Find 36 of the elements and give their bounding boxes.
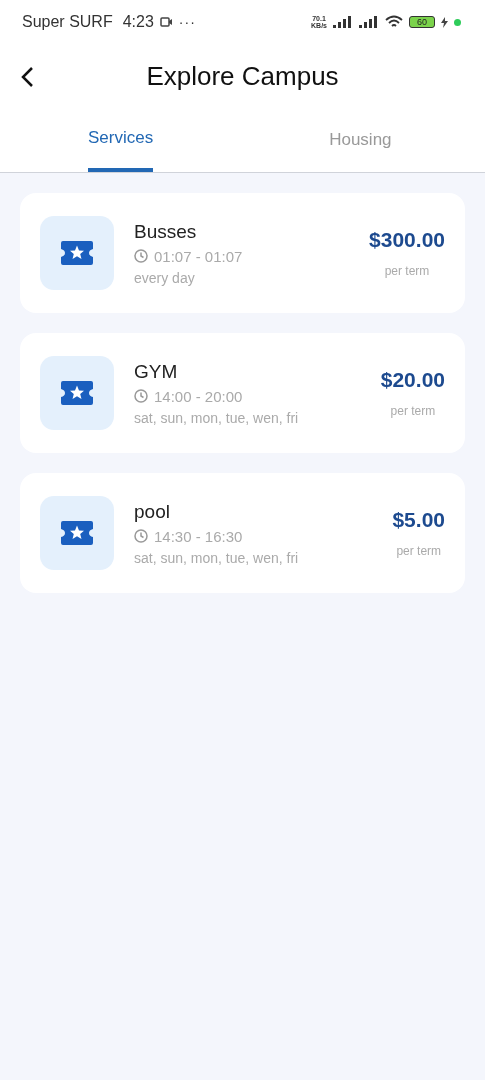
service-card[interactable]: GYM 14:00 - 20:00 sat, sun, mon, tue, wen, fri $20.00 per term — [20, 333, 465, 453]
carrier-name: Super SURF — [22, 13, 113, 31]
service-days: sat, sun, mon, tue, wen, fri — [134, 409, 381, 426]
ticket-star-icon — [61, 241, 93, 265]
ticket-star-icon — [61, 381, 93, 405]
tab[interactable]: Services — [88, 108, 154, 172]
service-name: Busses — [134, 220, 198, 243]
service-hours: 01:07 - 01:07 — [154, 247, 243, 265]
notification-dot-icon — [454, 18, 461, 26]
clock: 4:23 — [122, 13, 154, 31]
wifi-icon — [385, 15, 403, 29]
service-card[interactable]: Busses 01:07 - 01:07 every day $300.00 per term — [20, 193, 465, 313]
page-title: Explore Campus — [146, 60, 339, 92]
service-hours: 14:00 - 20:00 — [154, 387, 243, 405]
price-period: per term — [384, 264, 430, 278]
service-name: pool — [134, 500, 171, 523]
price-period: per term — [390, 404, 436, 418]
battery-indicator: 60 — [409, 16, 435, 28]
service-days: sat, sun, mon, tue, wen, fri — [134, 549, 393, 566]
service-hours: 14:30 - 16:30 — [154, 527, 243, 545]
clock-icon — [134, 249, 148, 263]
service-card[interactable]: pool 14:30 - 16:30 sat, sun, mon, tue, wen, fri $5.00 per term — [20, 473, 465, 593]
service-days: every day — [134, 269, 370, 286]
more-indicator: ··· — [178, 14, 196, 30]
signal-icon — [333, 16, 353, 28]
charging-icon — [441, 16, 448, 28]
video-icon — [159, 17, 173, 27]
clock-icon — [134, 529, 148, 543]
service-price: $300.00 — [369, 228, 445, 252]
signal-icon — [359, 16, 379, 28]
service-price: $5.00 — [392, 508, 445, 532]
ticket-star-icon — [61, 521, 93, 545]
price-period: per term — [396, 544, 442, 558]
service-price: $20.00 — [380, 368, 445, 392]
clock-icon — [134, 389, 148, 403]
service-name: GYM — [134, 360, 179, 383]
